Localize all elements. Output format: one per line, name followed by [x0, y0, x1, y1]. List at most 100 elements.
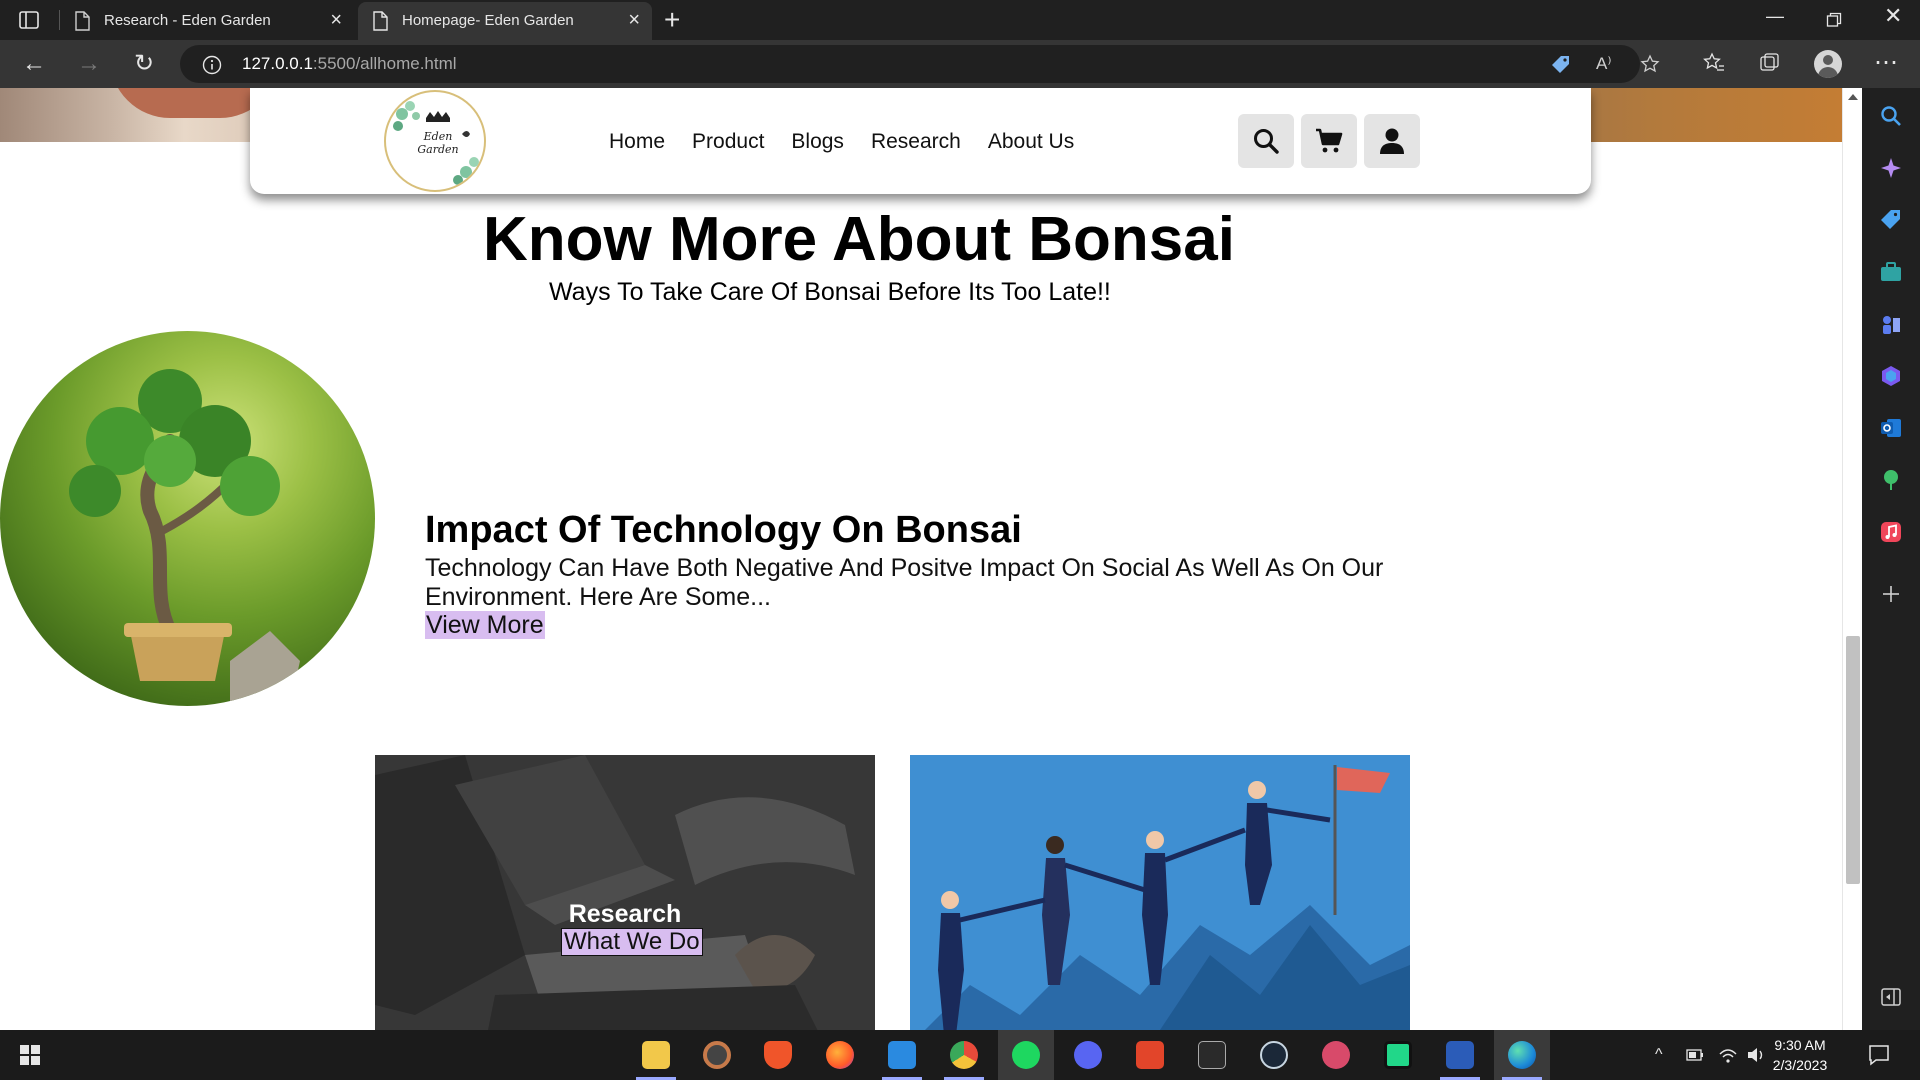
logo-text: Eden Garden [417, 130, 459, 156]
chrome-app[interactable] [936, 1030, 992, 1080]
outlook-icon[interactable] [1879, 416, 1903, 440]
edge-icon [1508, 1041, 1536, 1069]
shopping-tag-icon[interactable] [1879, 208, 1903, 232]
nav-research[interactable]: Research [871, 130, 961, 154]
restore-icon[interactable] [1826, 12, 1842, 28]
account-button[interactable] [1364, 114, 1420, 168]
page-subheading: Ways To Take Care Of Bonsai Before Its T… [549, 278, 1111, 306]
tree-icon[interactable] [1879, 468, 1903, 492]
office-logo-icon [1136, 1041, 1164, 1069]
scroll-up-arrow-icon[interactable] [1848, 94, 1858, 100]
url-host: 127.0.0.1 [242, 54, 313, 73]
back-button[interactable]: ← [20, 50, 48, 78]
site-navbar: Eden Garden Home Product Blogs Research … [250, 88, 1591, 194]
word-icon [1446, 1041, 1474, 1069]
url-text: 127.0.0.1:5500/allhome.html [242, 54, 457, 74]
close-tab-icon[interactable]: × [330, 8, 342, 32]
page-icon [373, 11, 388, 31]
office-icon[interactable] [1879, 364, 1903, 388]
sidebar-search-icon[interactable] [1879, 104, 1903, 128]
clock-time: 9:30 AM [1774, 1037, 1826, 1053]
windows-taskbar: ^ 9:30 AM 2/3/2023 [0, 1030, 1920, 1080]
word-app[interactable] [1432, 1030, 1488, 1080]
profile-avatar[interactable] [1814, 50, 1842, 78]
forward-button[interactable]: → [75, 50, 103, 78]
nav-about-us[interactable]: About Us [988, 130, 1074, 154]
minimize-icon[interactable]: — [1766, 6, 1784, 27]
tab-label: Research - Eden Garden [104, 12, 271, 29]
battery-icon[interactable] [1686, 1048, 1704, 1062]
page-scrollbar[interactable] [1842, 88, 1862, 1030]
tray-overflow-icon[interactable]: ^ [1655, 1046, 1663, 1064]
discord-app[interactable] [1060, 1030, 1116, 1080]
wifi-icon[interactable] [1718, 1046, 1738, 1064]
file-explorer-app[interactable] [628, 1030, 684, 1080]
spotify-app[interactable] [998, 1030, 1054, 1080]
teamwork-card[interactable] [910, 755, 1410, 1030]
card-link[interactable]: What We Do [561, 928, 703, 956]
add-sidebar-app-icon[interactable] [1879, 582, 1903, 606]
search-button[interactable] [1238, 114, 1294, 168]
scroll-thumb[interactable] [1846, 636, 1860, 884]
site-info-icon[interactable] [202, 55, 222, 75]
nav-home[interactable]: Home [609, 130, 665, 154]
browser-toolbar: ← → ↻ 127.0.0.1:5500/allhome.html A⁾ ⋯ [0, 40, 1920, 88]
avatar-body [1818, 67, 1838, 78]
new-tab-button[interactable]: + [664, 5, 680, 35]
bonsai-photo [0, 331, 375, 706]
tab-homepage[interactable]: Homepage- Eden Garden × [358, 2, 652, 40]
avatar-head [1823, 55, 1833, 65]
edge-sidebar [1862, 88, 1920, 1030]
search-icon [1254, 129, 1279, 154]
disc-icon [703, 1041, 731, 1069]
brave-app[interactable] [750, 1030, 806, 1080]
view-more-link[interactable]: View More [425, 611, 545, 639]
tab-actions-icon[interactable] [18, 9, 40, 31]
chrome-icon [950, 1041, 978, 1069]
pycharm-app[interactable] [1370, 1030, 1426, 1080]
reload-button[interactable]: ↻ [130, 50, 158, 78]
scissors-icon [1322, 1041, 1350, 1069]
nav-blogs[interactable]: Blogs [791, 130, 844, 154]
tab-label: Homepage- Eden Garden [402, 12, 574, 29]
more-menu-icon[interactable]: ⋯ [1874, 48, 1898, 77]
clock-date: 2/3/2023 [1772, 1057, 1828, 1073]
epic-logo-icon [1198, 1041, 1226, 1069]
notifications-icon[interactable] [1868, 1044, 1890, 1066]
cart-button[interactable] [1301, 114, 1357, 168]
coupon-tag-icon[interactable] [1550, 54, 1572, 76]
system-clock[interactable]: 9:30 AM 2/3/2023 [1760, 1035, 1840, 1075]
tab-research[interactable]: Research - Eden Garden × [60, 2, 354, 40]
article-body: Technology Can Have Both Negative And Po… [425, 554, 1384, 611]
research-card[interactable]: Research What We Do [375, 755, 875, 1030]
games-icon[interactable] [1879, 312, 1903, 336]
site-logo[interactable]: Eden Garden [384, 90, 486, 192]
article-title: Impact Of Technology On Bonsai [425, 509, 1022, 551]
laptop-photo [375, 755, 875, 1030]
music-icon[interactable] [1879, 520, 1903, 544]
windows-start-icon[interactable] [20, 1045, 40, 1065]
close-tab-icon[interactable]: × [628, 8, 640, 32]
media-app[interactable] [689, 1030, 745, 1080]
hide-sidebar-icon[interactable] [1879, 985, 1903, 1009]
favorites-icon[interactable] [1703, 52, 1725, 74]
close-window-icon[interactable]: ✕ [1884, 3, 1902, 29]
epic-games-app[interactable] [1184, 1030, 1240, 1080]
edge-app[interactable] [1494, 1030, 1550, 1080]
main-nav: Home Product Blogs Research About Us [609, 130, 1101, 154]
code-icon [888, 1041, 916, 1069]
nav-product[interactable]: Product [692, 130, 764, 154]
firefox-app[interactable] [812, 1030, 868, 1080]
address-bar[interactable]: 127.0.0.1:5500/allhome.html A⁾ [180, 45, 1660, 83]
bonsai-illustration [69, 369, 300, 706]
tools-briefcase-icon[interactable] [1879, 260, 1903, 284]
copilot-icon[interactable] [1879, 156, 1903, 180]
collections-icon[interactable] [1758, 52, 1780, 74]
vscode-app[interactable] [874, 1030, 930, 1080]
discord-icon [1074, 1041, 1102, 1069]
office-app[interactable] [1122, 1030, 1178, 1080]
steam-app[interactable] [1246, 1030, 1302, 1080]
add-favorite-icon[interactable] [1640, 54, 1662, 76]
snipping-app[interactable] [1308, 1030, 1364, 1080]
read-aloud-icon[interactable]: A⁾ [1596, 54, 1612, 74]
